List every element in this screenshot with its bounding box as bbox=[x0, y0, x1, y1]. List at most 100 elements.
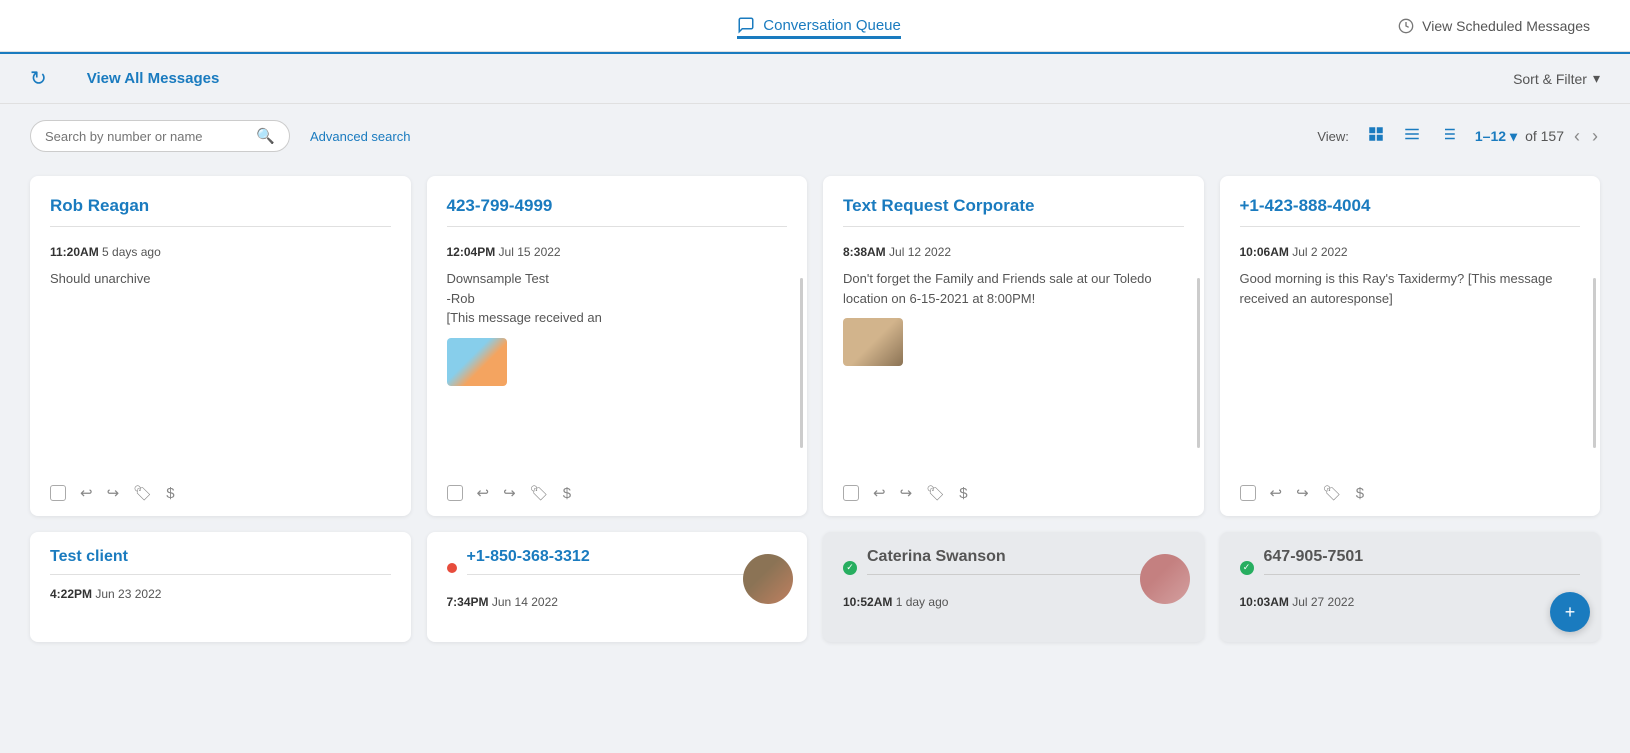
page-range-dropdown-icon[interactable]: ▾ bbox=[1510, 128, 1517, 145]
conversation-card[interactable]: ✓ 647-905-7501 10:03AM Jul 27 2022 + bbox=[1220, 532, 1601, 642]
card-header: ✓ 647-905-7501 bbox=[1240, 548, 1581, 587]
dollar-icon[interactable]: $ bbox=[166, 485, 174, 502]
next-page-button[interactable]: › bbox=[1590, 126, 1600, 147]
search-icon: 🔍 bbox=[256, 127, 275, 145]
conversation-card[interactable]: 423-799-4999 12:04PM Jul 15 2022 Downsam… bbox=[427, 176, 808, 516]
card-time-relative: Jun 23 2022 bbox=[95, 587, 161, 601]
card-time-value: 7:34PM bbox=[447, 595, 489, 609]
card-footer: ↩ ↪ 🏷 $ bbox=[843, 474, 1184, 502]
chevron-down-icon: ▾ bbox=[1593, 70, 1600, 87]
scroll-indicator bbox=[1197, 278, 1200, 448]
conversation-card[interactable]: Text Request Corporate 8:38AM Jul 12 202… bbox=[823, 176, 1204, 516]
check-badge: ✓ bbox=[1240, 561, 1254, 575]
dollar-icon[interactable]: $ bbox=[563, 485, 571, 502]
avatar bbox=[1140, 554, 1190, 604]
cards-grid: Rob Reagan 11:20AM 5 days ago Should una… bbox=[0, 160, 1630, 532]
sort-filter-button[interactable]: Sort & Filter ▾ bbox=[1513, 70, 1600, 87]
forward-icon[interactable]: ↪ bbox=[1296, 484, 1309, 502]
card-name: Test client bbox=[50, 548, 391, 575]
view-icon-group bbox=[1361, 121, 1463, 152]
card-time-relative: Jul 12 2022 bbox=[889, 245, 951, 259]
card-time-relative: Jul 2 2022 bbox=[1292, 245, 1347, 259]
card-time-relative: 5 days ago bbox=[102, 245, 161, 259]
card-footer: ↩ ↪ 🏷 $ bbox=[1240, 474, 1581, 502]
card-header: ✓ Caterina Swanson bbox=[843, 548, 1184, 587]
card-checkbox[interactable] bbox=[447, 485, 463, 501]
card-name: +1-850-368-3312 bbox=[467, 548, 788, 575]
card-time-value: 4:22PM bbox=[50, 587, 92, 601]
card-time: 10:52AM 1 day ago bbox=[843, 595, 1184, 609]
forward-icon[interactable]: ↪ bbox=[107, 484, 120, 502]
prev-page-button[interactable]: ‹ bbox=[1572, 126, 1582, 147]
card-footer: ↩ ↪ 🏷 $ bbox=[50, 474, 391, 502]
tag-icon[interactable]: 🏷 bbox=[1323, 484, 1342, 502]
view-label: View: bbox=[1317, 129, 1349, 144]
reply-icon[interactable]: ↩ bbox=[80, 484, 93, 502]
card-image bbox=[843, 318, 903, 366]
page-range[interactable]: 1–12 ▾ bbox=[1475, 128, 1517, 145]
check-badge: ✓ bbox=[843, 561, 857, 575]
conversation-card[interactable]: ✓ Caterina Swanson 10:52AM 1 day ago bbox=[823, 532, 1204, 642]
reply-icon[interactable]: ↩ bbox=[477, 484, 490, 502]
card-time: 11:20AM 5 days ago bbox=[50, 245, 391, 259]
forward-icon[interactable]: ↪ bbox=[900, 484, 913, 502]
reply-icon[interactable]: ↩ bbox=[1270, 484, 1283, 502]
total-pages-label: of 157 bbox=[1525, 128, 1564, 144]
list-view-button[interactable] bbox=[1397, 121, 1427, 152]
card-checkbox[interactable] bbox=[843, 485, 859, 501]
card-image bbox=[447, 338, 507, 386]
forward-icon[interactable]: ↪ bbox=[503, 484, 516, 502]
card-name: +1-423-888-4004 bbox=[1240, 196, 1581, 227]
card-checkbox[interactable] bbox=[1240, 485, 1256, 501]
compose-button[interactable]: + bbox=[1550, 592, 1590, 632]
search-row: 🔍 Advanced search View: bbox=[0, 104, 1630, 160]
tag-icon[interactable]: 🏷 bbox=[926, 484, 945, 502]
advanced-search-link[interactable]: Advanced search bbox=[310, 129, 410, 144]
conversation-card[interactable]: +1-423-888-4004 10:06AM Jul 2 2022 Good … bbox=[1220, 176, 1601, 516]
clock-icon bbox=[1398, 18, 1414, 34]
conversation-card[interactable]: +1-850-368-3312 7:34PM Jun 14 2022 bbox=[427, 532, 808, 642]
card-time: 4:22PM Jun 23 2022 bbox=[50, 587, 391, 601]
scroll-indicator bbox=[800, 278, 803, 448]
dollar-icon[interactable]: $ bbox=[959, 485, 967, 502]
conversation-queue-label: Conversation Queue bbox=[763, 17, 901, 34]
card-name: Text Request Corporate bbox=[843, 196, 1184, 227]
card-time: 7:34PM Jun 14 2022 bbox=[447, 595, 788, 609]
card-time-relative: 1 day ago bbox=[896, 595, 949, 609]
refresh-button[interactable]: ↻ bbox=[30, 66, 47, 91]
avatar bbox=[743, 554, 793, 604]
view-all-messages-button[interactable]: View All Messages bbox=[87, 70, 220, 87]
conversation-card[interactable]: Rob Reagan 11:20AM 5 days ago Should una… bbox=[30, 176, 411, 516]
secondary-nav: ↻ View All Messages Sort & Filter ▾ bbox=[0, 54, 1630, 104]
tag-icon[interactable]: 🏷 bbox=[133, 484, 152, 502]
tag-icon[interactable]: 🏷 bbox=[530, 484, 549, 502]
card-time: 10:03AM Jul 27 2022 bbox=[1240, 595, 1581, 609]
card-time: 8:38AM Jul 12 2022 bbox=[843, 245, 1184, 259]
conversation-queue-tab[interactable]: Conversation Queue bbox=[737, 12, 901, 39]
reply-icon[interactable]: ↩ bbox=[873, 484, 886, 502]
card-time-relative: Jul 27 2022 bbox=[1292, 595, 1354, 609]
conversation-card[interactable]: Test client 4:22PM Jun 23 2022 bbox=[30, 532, 411, 642]
card-time-value: 10:52AM bbox=[843, 595, 892, 609]
detail-view-button[interactable] bbox=[1433, 121, 1463, 152]
card-name: Caterina Swanson bbox=[867, 548, 1184, 575]
list-icon bbox=[1403, 125, 1421, 143]
card-time-value: 11:20AM bbox=[50, 245, 99, 259]
search-input[interactable] bbox=[45, 129, 248, 144]
card-header: +1-850-368-3312 bbox=[447, 548, 788, 587]
grid-view-button[interactable] bbox=[1361, 121, 1391, 152]
card-time-relative: Jun 14 2022 bbox=[492, 595, 558, 609]
view-scheduled-btn[interactable]: View Scheduled Messages bbox=[1398, 18, 1590, 34]
card-footer: ↩ ↪ 🏷 $ bbox=[447, 474, 788, 502]
pagination: 1–12 ▾ of 157 ‹ › bbox=[1475, 126, 1600, 147]
card-message: Good morning is this Ray's Taxidermy? [T… bbox=[1240, 269, 1581, 460]
dollar-icon[interactable]: $ bbox=[1356, 485, 1364, 502]
search-box[interactable]: 🔍 bbox=[30, 120, 290, 152]
card-time: 10:06AM Jul 2 2022 bbox=[1240, 245, 1581, 259]
top-bar: Conversation Queue View Scheduled Messag… bbox=[0, 0, 1630, 52]
card-message: Downsample Test-Rob[This message receive… bbox=[447, 269, 788, 460]
chat-icon bbox=[737, 16, 755, 34]
detail-icon bbox=[1439, 125, 1457, 143]
card-checkbox[interactable] bbox=[50, 485, 66, 501]
grid-icon bbox=[1367, 125, 1385, 143]
